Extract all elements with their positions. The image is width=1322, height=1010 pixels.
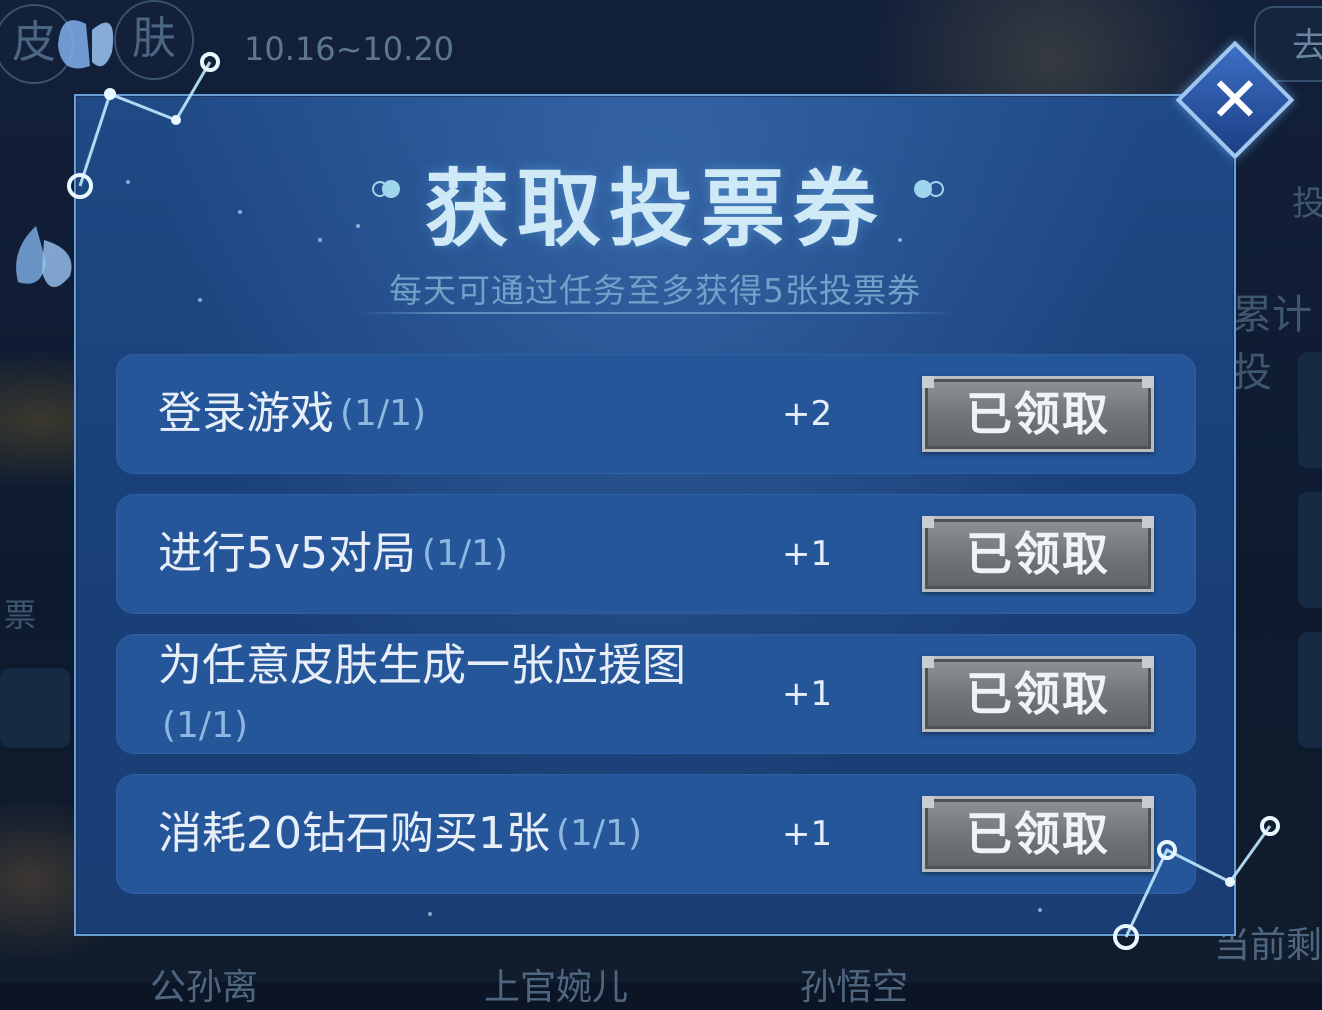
task-label: 登录游戏 (1/1) (158, 354, 758, 474)
subtitle-divider (360, 312, 952, 314)
task-progress: (1/1) (422, 533, 509, 574)
dialog-subtitle: 每天可通过任务至多获得5张投票券 (389, 271, 921, 310)
task-progress: (1/1) (162, 705, 249, 746)
task-points: +2 (782, 394, 833, 434)
task-row-cheer-image: 为任意皮肤生成一张应援图 (1/1) +1 已领取 (116, 634, 1196, 754)
task-points: +1 (782, 674, 833, 714)
bg-side-text: 投 (1292, 184, 1322, 224)
claimed-button[interactable]: 已领取 (922, 796, 1154, 872)
task-name: 登录游戏 (158, 388, 334, 439)
claimed-button[interactable]: 已领取 (922, 516, 1154, 592)
bg-bottom-name: 公孙离 (150, 967, 259, 1008)
bg-tab-pill-2: 肤 (114, 0, 194, 80)
task-name: 消耗20钻石购买1张 (158, 808, 550, 859)
bg-side-card (0, 668, 70, 748)
bg-side-card (1298, 632, 1322, 748)
bg-left-label: 票 (4, 596, 37, 634)
task-name: 为任意皮肤生成一张应援图 (158, 640, 686, 691)
bg-bottom-name: 上官婉儿 (484, 967, 629, 1008)
task-progress: (1/1) (555, 813, 643, 854)
dialog-title: 获取投票券 (424, 159, 885, 258)
task-row-purchase: 消耗20钻石购买1张 (1/1) +1 已领取 (116, 774, 1196, 894)
bg-bottom-name: 孙悟空 (800, 967, 909, 1008)
task-progress: (1/1) (340, 393, 427, 434)
bg-side-card (1298, 352, 1322, 468)
task-label: 消耗20钻石购买1张 (1/1) (158, 774, 758, 894)
task-points: +1 (782, 534, 833, 574)
claimed-button[interactable]: 已领取 (922, 376, 1154, 452)
bg-side-card (1298, 492, 1322, 608)
task-points: +1 (782, 814, 833, 854)
claimed-button[interactable]: 已领取 (922, 656, 1154, 732)
task-label: 进行5v5对局 (1/1) (158, 494, 758, 614)
vote-ticket-dialog: 获取投票券 每天可通过任务至多获得5张投票券 登录游戏 (1/1) +2 已领取 … (74, 94, 1236, 936)
task-name: 进行5v5对局 (158, 528, 417, 579)
task-row-login: 登录游戏 (1/1) +2 已领取 (116, 354, 1196, 474)
task-label: 为任意皮肤生成一张应援图 (1/1) (158, 634, 758, 756)
title-ornament-right-icon (914, 178, 944, 200)
bg-date-range: 10.16~10.20 (244, 30, 455, 68)
task-row-match: 进行5v5对局 (1/1) +1 已领取 (116, 494, 1196, 614)
